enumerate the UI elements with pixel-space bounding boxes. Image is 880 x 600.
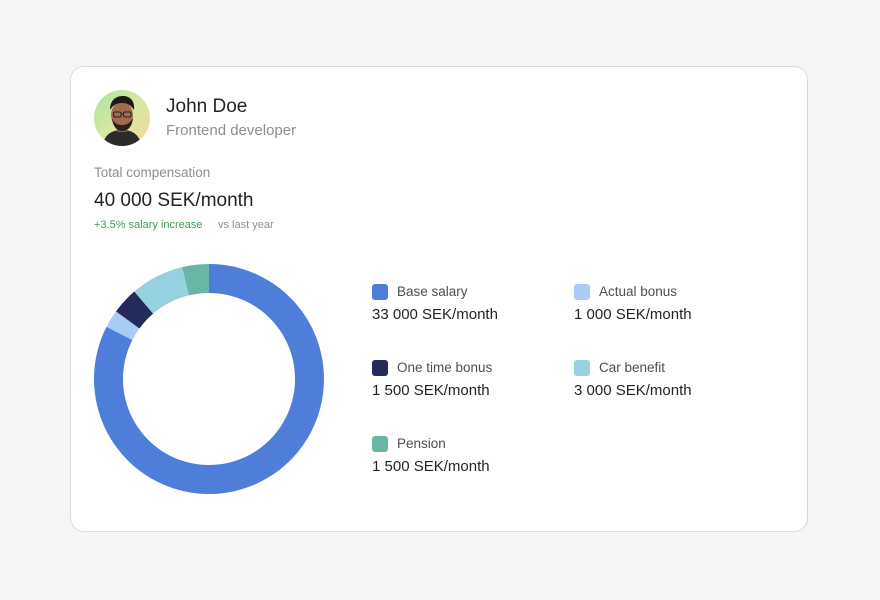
compensation-donut-chart: [93, 264, 324, 494]
compensation-card: John Doe Frontend developer Total compen…: [70, 66, 808, 532]
legend-swatch: [574, 284, 590, 300]
page-background: John Doe Frontend developer Total compen…: [0, 0, 880, 600]
total-compensation-label: Total compensation: [94, 165, 211, 180]
legend-value: 1 500 SEK/month: [372, 458, 490, 475]
legend-label: Actual bonus: [599, 284, 678, 299]
salary-increase-text: +3.5% salary increase: [94, 219, 203, 231]
legend-label: Pension: [397, 436, 446, 451]
legend-value: 1 500 SEK/month: [372, 382, 490, 399]
avatar: [94, 90, 150, 146]
profile-role: Frontend developer: [166, 122, 297, 139]
profile-name: John Doe: [166, 96, 248, 117]
legend-swatch: [372, 436, 388, 452]
legend-label: Base salary: [397, 284, 468, 299]
legend-swatch: [372, 284, 388, 300]
legend-value: 3 000 SEK/month: [574, 382, 692, 399]
legend-label: One time bonus: [397, 360, 493, 375]
legend-value: 33 000 SEK/month: [372, 306, 498, 323]
legend-swatch: [574, 360, 590, 376]
total-compensation-value: 40 000 SEK/month: [94, 190, 254, 211]
person-icon: [102, 96, 142, 146]
legend-label: Car benefit: [599, 360, 666, 375]
legend-value: 1 000 SEK/month: [574, 306, 692, 323]
legend-swatch: [372, 360, 388, 376]
comparison-text: vs last year: [218, 219, 274, 231]
